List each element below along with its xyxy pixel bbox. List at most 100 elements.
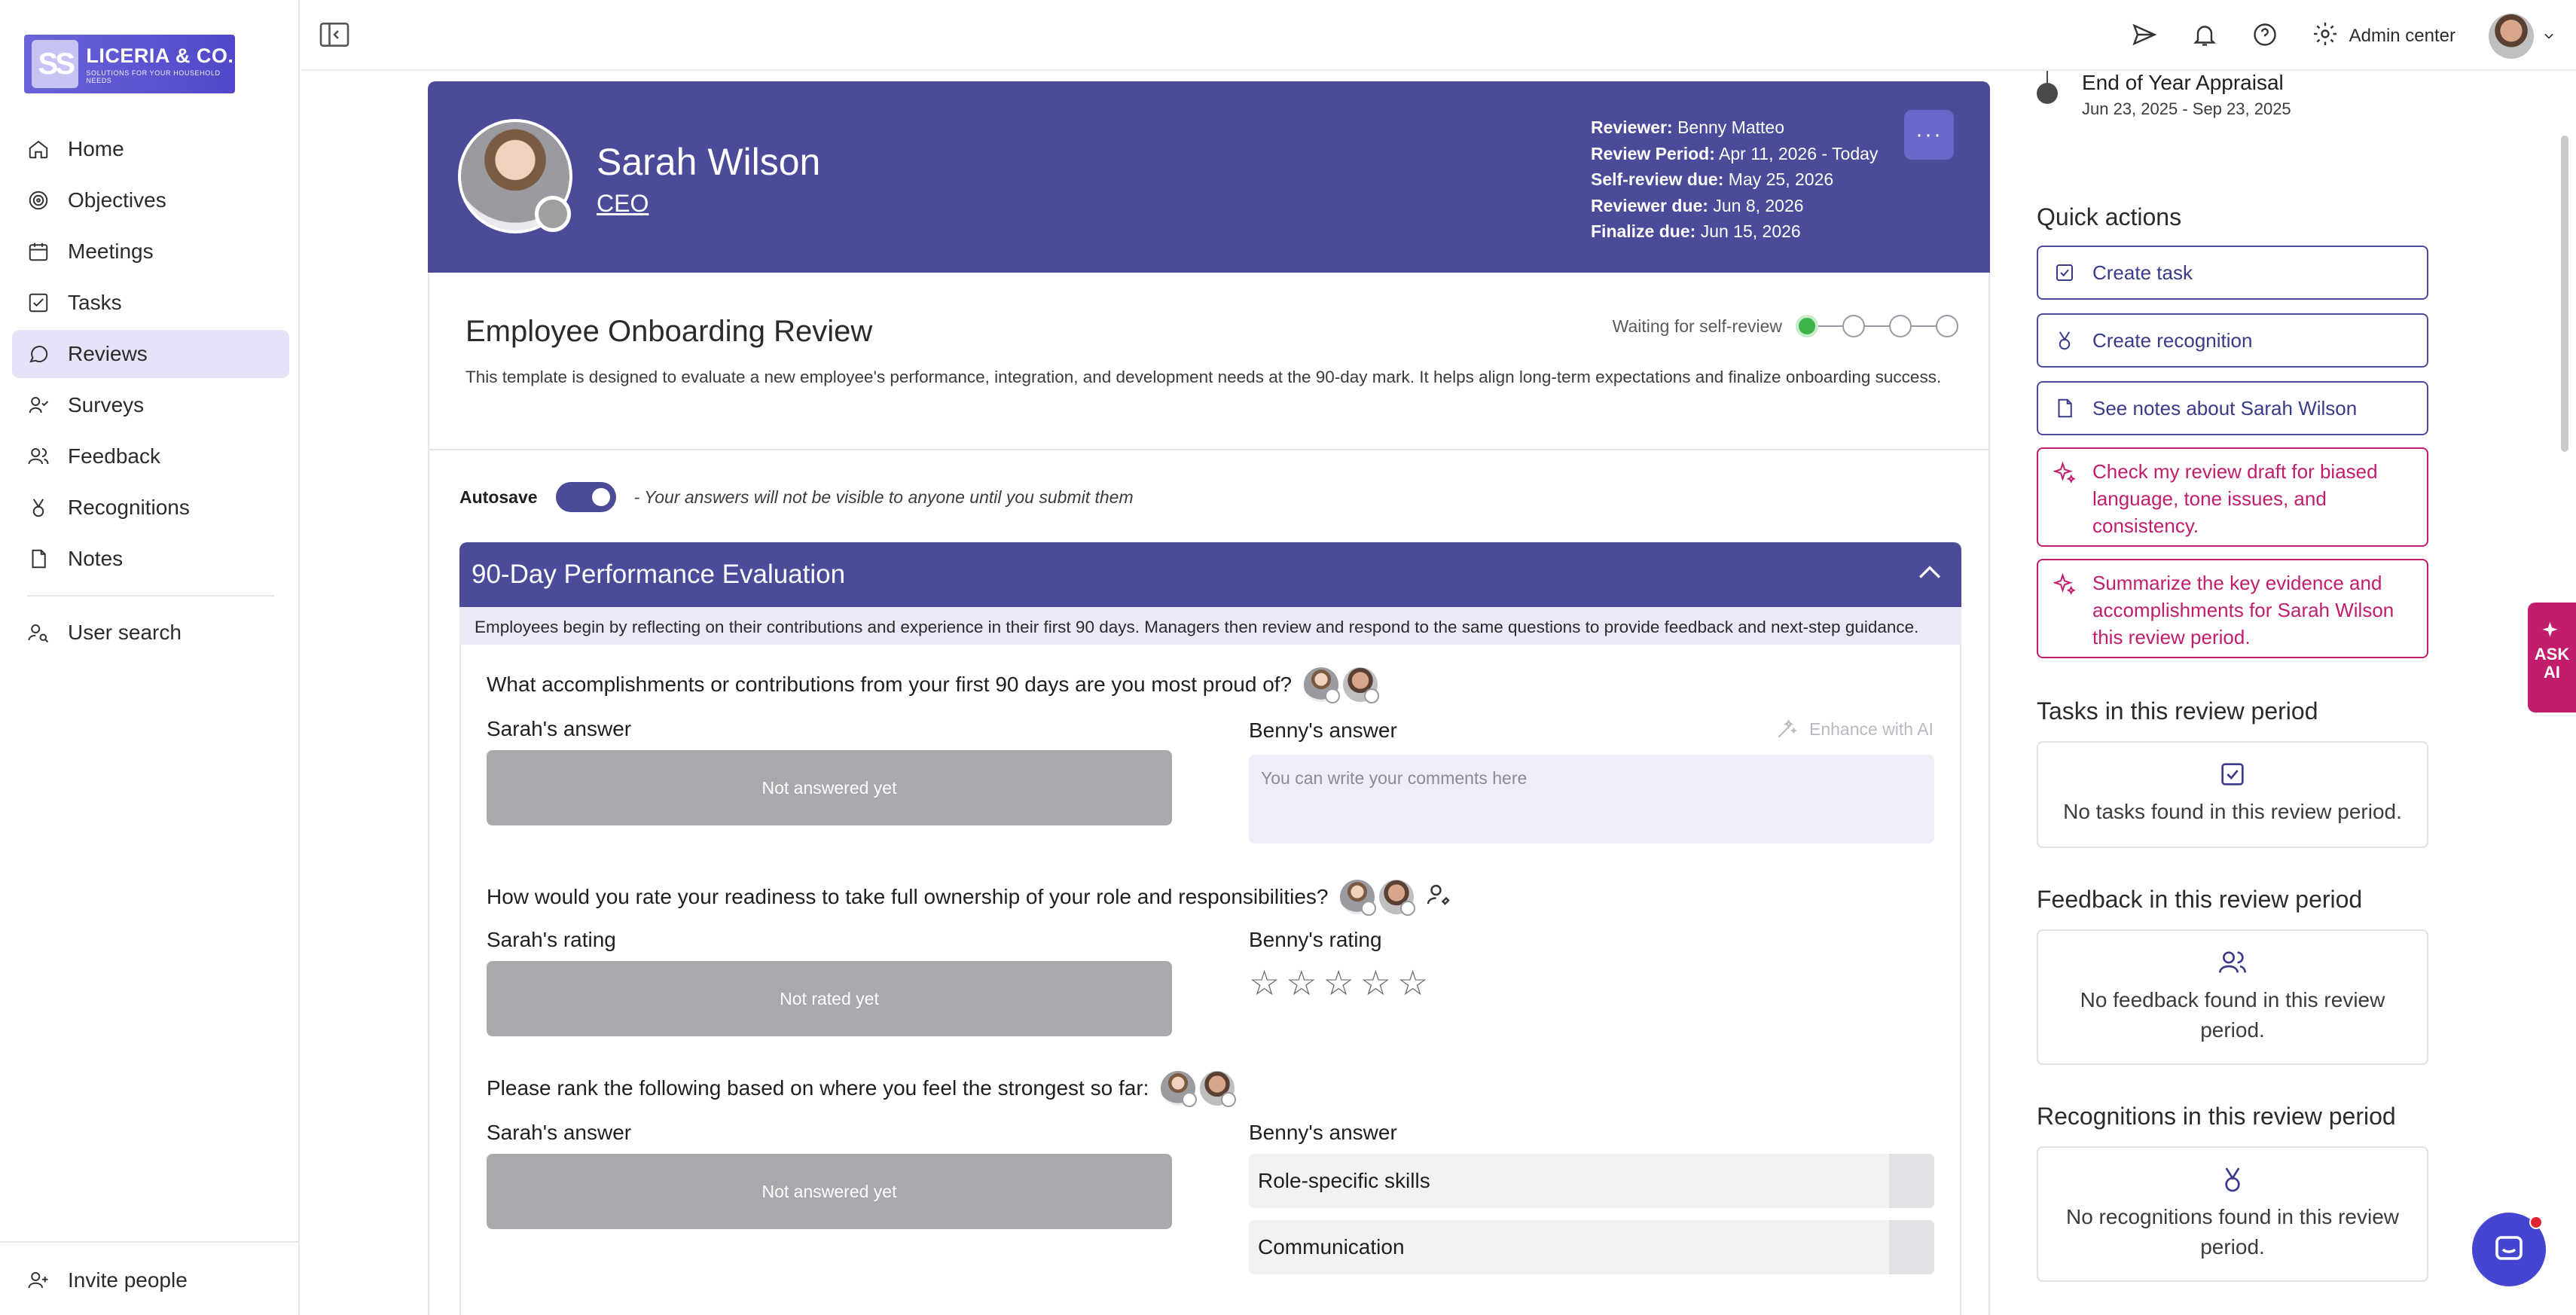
- user-menu[interactable]: [2489, 14, 2556, 59]
- admin-center-button[interactable]: Admin center: [2312, 20, 2455, 53]
- nav-item-notes[interactable]: Notes: [12, 535, 289, 583]
- nav-label: Surveys: [68, 393, 145, 416]
- create-recognition-button[interactable]: Create recognition: [2037, 313, 2428, 368]
- checkbox-icon: [2056, 264, 2073, 281]
- employee-role-link[interactable]: CEO: [597, 190, 649, 218]
- help-icon[interactable]: [2251, 21, 2278, 52]
- reviewer-star-rating[interactable]: ☆ ☆ ☆ ☆ ☆: [1249, 966, 1428, 1000]
- divider: [429, 449, 1990, 450]
- autosave-toggle[interactable]: [555, 482, 616, 512]
- company-logo[interactable]: SS LICERIA & CO. SOLUTIONS FOR YOUR HOUS…: [24, 35, 235, 93]
- self-answer-label: Sarah's answer: [487, 1121, 632, 1144]
- nav-label: Objectives: [68, 188, 166, 212]
- meta-finalize-due: Finalize due: Jun 15, 2026: [1591, 221, 1801, 241]
- timeline-dates: Jun 23, 2025 - Sep 23, 2025: [2082, 99, 2291, 118]
- question-2: How would you rate your readiness to tak…: [487, 880, 1453, 916]
- medal-icon: [27, 496, 50, 519]
- rank-item[interactable]: Communication: [1249, 1220, 1934, 1274]
- question-text: What accomplishments or contributions fr…: [487, 673, 1293, 696]
- sparkle-icon: [2542, 621, 2558, 637]
- star-icon[interactable]: ☆: [1360, 966, 1391, 1000]
- meta-reviewer-due: Reviewer due: Jun 8, 2026: [1591, 195, 1804, 215]
- review-progress: Waiting for self-review: [1613, 315, 1958, 337]
- section-body: What accomplishments or contributions fr…: [459, 645, 1961, 1315]
- checkbox-icon: [2221, 763, 2244, 786]
- nav-label: User search: [68, 621, 182, 644]
- progress-step: [1889, 315, 1912, 337]
- nav-item-user-search[interactable]: User search: [12, 609, 289, 657]
- collapse-sidebar-icon[interactable]: [319, 21, 349, 48]
- admin-center-label: Admin center: [2349, 26, 2455, 46]
- nav-item-feedback[interactable]: Feedback: [12, 432, 289, 481]
- quick-actions-heading: Quick actions: [2037, 203, 2182, 230]
- page-scrollbar[interactable]: [2561, 136, 2568, 452]
- nav-item-objectives[interactable]: Objectives: [12, 176, 289, 224]
- people-icon: [27, 445, 50, 468]
- avatar: [1304, 667, 1341, 703]
- review-title: Employee Onboarding Review: [465, 315, 873, 348]
- invite-people-button[interactable]: Invite people: [27, 1256, 188, 1304]
- calendar-icon: [27, 240, 50, 263]
- send-icon[interactable]: [2131, 21, 2158, 52]
- star-icon[interactable]: ☆: [1249, 966, 1280, 1000]
- self-rating-label: Sarah's rating: [487, 928, 616, 951]
- main-nav: Home Objectives Meetings Tasks Reviews S…: [12, 125, 289, 660]
- tasks-empty-card: No tasks found in this review period.: [2037, 741, 2428, 848]
- ask-ai-tab[interactable]: ASK AI: [2528, 603, 2576, 712]
- nav-item-surveys[interactable]: Surveys: [12, 381, 289, 429]
- question-3: Please rank the following based on where…: [487, 1071, 1237, 1107]
- bell-icon[interactable]: [2191, 21, 2218, 52]
- question-text: How would you rate your readiness to tak…: [487, 885, 1329, 908]
- user-settings-icon[interactable]: [1426, 881, 1453, 914]
- nav-item-meetings[interactable]: Meetings: [12, 227, 289, 276]
- nav-label: Home: [68, 137, 124, 160]
- see-notes-button[interactable]: See notes about Sarah Wilson: [2037, 381, 2428, 435]
- participants: [1304, 667, 1380, 703]
- chat-bubble-icon: [27, 343, 50, 365]
- autosave-note: - Your answers will not be visible to an…: [633, 487, 1134, 507]
- enhance-with-ai-button[interactable]: Enhance with AI: [1775, 717, 1934, 741]
- nav-item-home[interactable]: Home: [12, 125, 289, 173]
- status-indicator: [535, 196, 571, 232]
- review-meta: Reviewer: Benny Matteo Review Period: Ap…: [1591, 114, 1878, 245]
- autosave-label: Autosave: [459, 487, 538, 507]
- reviewer-answer-label: Benny's answer: [1249, 719, 1397, 742]
- chevron-up-icon[interactable]: [1913, 557, 1946, 593]
- section-description: Employees begin by reflecting on their c…: [459, 607, 1961, 645]
- home-icon: [27, 138, 50, 160]
- nav-divider: [27, 595, 274, 596]
- feedback-heading: Feedback in this review period: [2037, 886, 2363, 913]
- self-answer-box: Not answered yet: [487, 750, 1172, 825]
- reviewer-comment-input[interactable]: You can write your comments here: [1249, 755, 1934, 844]
- more-options-button[interactable]: ···: [1904, 110, 1954, 160]
- sparkle-icon: [2053, 572, 2076, 595]
- review-card: Employee Onboarding Review This template…: [428, 273, 1990, 1315]
- nav-item-recognitions[interactable]: Recognitions: [12, 484, 289, 532]
- star-icon[interactable]: ☆: [1286, 966, 1317, 1000]
- timeline-title[interactable]: End of Year Appraisal: [2082, 71, 2284, 95]
- nav-item-tasks[interactable]: Tasks: [12, 279, 289, 327]
- chat-launcher-button[interactable]: [2472, 1213, 2546, 1286]
- participants: [1161, 1071, 1237, 1107]
- reviewer-rating-label: Benny's rating: [1249, 928, 1382, 951]
- logo-mark: SS: [32, 40, 79, 88]
- nav-label: Tasks: [68, 291, 122, 314]
- reviewer-answer-label: Benny's answer: [1249, 1121, 1397, 1144]
- star-icon[interactable]: ☆: [1397, 966, 1428, 1000]
- create-task-button[interactable]: Create task: [2037, 246, 2428, 300]
- section-header[interactable]: 90-Day Performance Evaluation: [459, 542, 1961, 607]
- nav-label: Notes: [68, 547, 124, 570]
- feedback-empty-card: No feedback found in this review period.: [2037, 929, 2428, 1065]
- star-icon[interactable]: ☆: [1323, 966, 1354, 1000]
- rank-item[interactable]: Role-specific skills: [1249, 1154, 1934, 1208]
- nav-label: Feedback: [68, 444, 160, 468]
- meta-self-review-due: Self-review due: May 25, 2026: [1591, 169, 1834, 189]
- nav-label: Recognitions: [68, 496, 190, 519]
- timeline-line: [2046, 71, 2048, 83]
- ai-check-bias-button[interactable]: Check my review draft for biased languag…: [2037, 447, 2428, 547]
- note-icon: [2058, 398, 2072, 418]
- nav-item-reviews[interactable]: Reviews: [12, 330, 289, 378]
- avatar: [1379, 880, 1416, 916]
- timeline-dot: [2037, 83, 2058, 104]
- ai-summarize-button[interactable]: Summarize the key evidence and accomplis…: [2037, 559, 2428, 658]
